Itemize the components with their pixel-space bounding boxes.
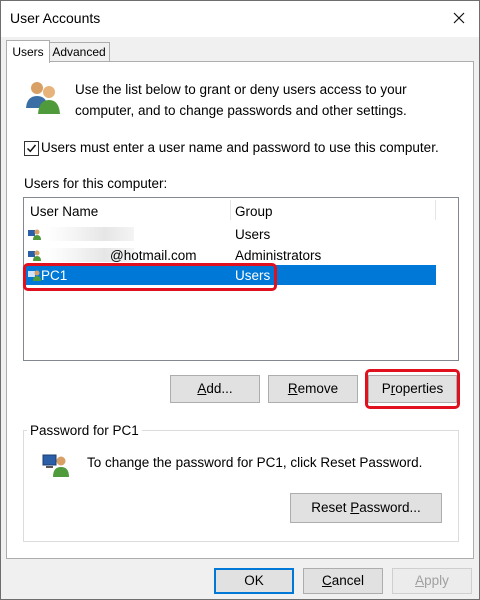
column-divider[interactable]	[230, 200, 231, 220]
column-header-group[interactable]: Group	[235, 204, 273, 219]
require-password-label: Users must enter a user name and passwor…	[41, 140, 439, 155]
selected-row-highlight	[23, 263, 277, 291]
user-icon	[42, 454, 69, 477]
tab-users[interactable]: Users	[6, 40, 50, 63]
check-icon	[26, 144, 37, 153]
table-row[interactable]: @hotmail.com Administrators	[24, 245, 436, 265]
title-bar: User Accounts	[1, 1, 479, 37]
tab-users-label: Users	[12, 45, 44, 59]
users-list-label: Users for this computer:	[24, 176, 168, 191]
column-divider[interactable]	[435, 200, 436, 220]
remove-button[interactable]: Remove	[268, 375, 358, 403]
list-header: User Name Group	[24, 198, 458, 222]
column-header-user-name[interactable]: User Name	[30, 204, 98, 219]
tab-advanced[interactable]: Advanced	[48, 42, 110, 62]
ok-button[interactable]: OK	[214, 568, 294, 594]
properties-button-highlight	[365, 369, 460, 409]
user-icon	[28, 250, 41, 261]
close-button[interactable]	[445, 5, 473, 31]
group-cell: Administrators	[235, 248, 322, 263]
user-icon	[28, 229, 41, 240]
cancel-button[interactable]: Cancel	[303, 568, 383, 594]
user-name-cell: @hotmail.com	[110, 248, 197, 263]
users-icon	[26, 82, 60, 114]
password-group	[23, 430, 459, 542]
intro-text: Use the list below to grant or deny user…	[75, 82, 407, 118]
reset-password-button[interactable]: Reset Password...	[290, 493, 442, 523]
redacted-username	[46, 227, 134, 241]
group-cell: Users	[235, 227, 271, 242]
password-group-title: Password for PC1	[27, 423, 142, 438]
apply-button[interactable]: Apply	[392, 568, 472, 594]
close-icon	[453, 12, 465, 24]
add-button[interactable]: Add...	[170, 375, 260, 403]
table-row[interactable]: Users	[24, 224, 436, 244]
window-title: User Accounts	[10, 10, 101, 26]
password-instructions: To change the password for PC1, click Re…	[87, 455, 423, 470]
tab-advanced-label: Advanced	[52, 45, 106, 59]
require-password-checkbox[interactable]	[24, 141, 39, 156]
